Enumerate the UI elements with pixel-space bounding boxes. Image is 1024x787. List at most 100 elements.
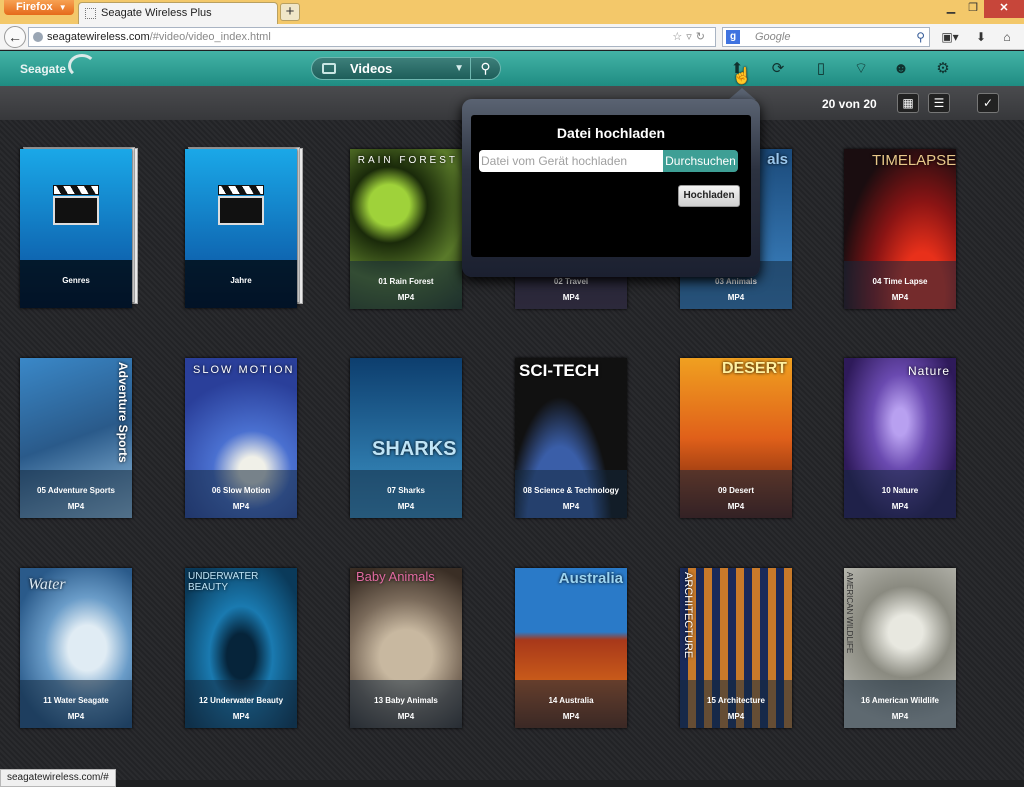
art-title: SHARKS [372,438,457,460]
art-title: Adventure Sports [116,362,130,463]
status-url: seagatewireless.com/# [0,769,116,787]
video-tile[interactable]: ARCHITECTURE 15 Architecture MP4 [680,568,792,728]
art-title: Baby Animals [356,569,435,584]
maximize-icon[interactable]: ❐ [962,0,984,18]
media-type-select[interactable]: Videos ▼ [311,57,471,80]
video-tile[interactable]: Australia 14 Australia MP4 [515,568,627,728]
art-title: DESERT [722,360,787,377]
close-icon[interactable]: ✕ [984,0,1024,18]
globe-icon [33,32,43,42]
video-tile[interactable]: Adventure Sports 05 Adventure Sports MP4 [20,358,132,518]
device-icon[interactable]: ▯ [812,60,830,78]
google-icon: g [726,30,740,44]
video-tile[interactable]: SCI-TECH 08 Science & Technology MP4 [515,358,627,518]
tile-cover: Jahre [185,149,297,308]
tile-label: 11 Water Seagate MP4 [20,680,132,728]
tile-label: 08 Science & Technology MP4 [515,470,627,518]
page-icon [85,8,96,19]
video-tile[interactable]: TIMELAPSE 04 Time Lapse MP4 [844,149,956,309]
hand-cursor-icon: ☝ [732,68,752,85]
list-view-icon[interactable]: ☰ [928,93,950,113]
browser-tab[interactable]: Seagate Wireless Plus [78,2,278,24]
select-mode-icon[interactable]: ✓ [977,93,999,113]
video-tile[interactable]: SLOW MOTION 06 Slow Motion MP4 [185,358,297,518]
app-header: Seagate Videos ▼ ⚲ ⬆ ⟳ ▯ ⌔ ☻ ⚙ [0,51,1024,86]
users-icon[interactable]: ☻ [892,60,910,78]
tile-label: 10 Nature MP4 [844,470,956,518]
browse-button[interactable]: Durchsuchen [663,150,738,172]
new-tab-button[interactable]: + [280,3,300,21]
chevron-down-icon: ▼ [58,3,67,12]
item-count: 20 von 20 [822,97,877,111]
downloads-menu-icon[interactable]: ▣▾ [938,28,962,46]
search-button[interactable]: ⚲ [471,57,501,80]
search-icon[interactable]: ⚲ [916,28,925,46]
tile-label: 07 Sharks MP4 [350,470,462,518]
download-arrow-icon[interactable]: ⬇ [972,28,990,46]
art-title: UNDERWATER BEAUTY [188,571,259,593]
art-title: Australia [558,570,623,587]
url-bar[interactable]: seagatewireless.com/#video/video_index.h… [28,27,716,47]
video-tile[interactable]: DESERT 09 Desert MP4 [680,358,792,518]
art-title: AMERICAN WILDLIFE [845,572,854,654]
tile-label: 06 Slow Motion MP4 [185,470,297,518]
chevron-down-icon: ▼ [454,63,464,74]
wifi-icon[interactable]: ⌔ [852,60,870,78]
tile-label: 09 Desert MP4 [680,470,792,518]
browser-titlebar: Firefox ▼ Seagate Wireless Plus + ▁ ❐ ✕ [0,0,1024,24]
art-title: TIMELAPSE [872,152,956,169]
grid-view-icon[interactable]: ▦ [897,93,919,113]
search-bar[interactable]: g Google ⚲ [722,27,930,47]
art-title: SCI-TECH [519,361,600,380]
upload-dialog-body: Datei hochladen Durchsuchen Hochladen [471,115,751,257]
url-host: seagatewireless.com [47,31,150,43]
video-tile[interactable]: Water 11 Water Seagate MP4 [20,568,132,728]
video-tile[interactable]: SHARKS 07 Sharks MP4 [350,358,462,518]
clapperboard-icon [53,185,99,225]
tile-label: 16 American Wildlife MP4 [844,680,956,728]
tile-label: 05 Adventure Sports MP4 [20,470,132,518]
refresh-icon[interactable]: ⟳ [769,60,787,78]
tab-title: Seagate Wireless Plus [101,7,212,19]
search-placeholder: Google [755,31,791,43]
folder-tile-jahre[interactable]: Jahre [185,146,303,308]
firefox-menu-button[interactable]: Firefox ▼ [4,0,74,15]
art-title: RAIN FOREST [357,155,458,166]
art-title: als [767,151,788,168]
tile-cover: Genres [20,149,132,308]
tile-label: 14 Australia MP4 [515,680,627,728]
clapperboard-icon [218,185,264,225]
folder-tile-genres[interactable]: Genres [20,146,138,308]
gear-icon[interactable]: ⚙ [934,60,952,78]
art-title: Water [28,576,66,593]
tile-label: Jahre [185,260,297,308]
seagate-logo: Seagate [20,62,67,76]
back-arrow-icon[interactable]: ← [4,26,26,48]
video-tile[interactable]: Nature 10 Nature MP4 [844,358,956,518]
art-title: SLOW MOTION [193,364,295,376]
seagate-logo-icon [68,54,96,78]
video-tile[interactable]: RAIN FOREST 01 Rain Forest MP4 [350,149,462,309]
bookmark-star-icon[interactable]: ☆▿↻ [672,28,709,46]
browser-navbar: ← seagatewireless.com/#video/video_index… [0,24,1024,50]
art-title: ARCHITECTURE [682,572,694,659]
video-tile[interactable]: AMERICAN WILDLIFE 16 American Wildlife MP… [844,568,956,728]
home-icon[interactable]: ⌂ [998,28,1016,46]
tile-label: Genres [20,260,132,308]
file-path-input[interactable] [479,150,665,172]
url-path: /#video/video_index.html [149,31,271,43]
video-tile[interactable]: Baby Animals 13 Baby Animals MP4 [350,568,462,728]
video-tile[interactable]: UNDERWATER BEAUTY 12 Underwater Beauty MP… [185,568,297,728]
film-icon [322,63,336,74]
tile-label: 15 Architecture MP4 [680,680,792,728]
tile-label: 04 Time Lapse MP4 [844,261,956,309]
tile-label: 13 Baby Animals MP4 [350,680,462,728]
minimize-icon[interactable]: ▁ [940,0,962,18]
upload-button[interactable]: Hochladen [678,185,740,207]
upload-dialog: Datei hochladen Durchsuchen Hochladen [462,99,760,277]
upload-dialog-title: Datei hochladen [556,125,666,141]
tile-label: 12 Underwater Beauty MP4 [185,680,297,728]
search-icon: ⚲ [480,60,491,76]
art-title: Nature [907,364,950,378]
media-type-label: Videos [350,61,393,76]
